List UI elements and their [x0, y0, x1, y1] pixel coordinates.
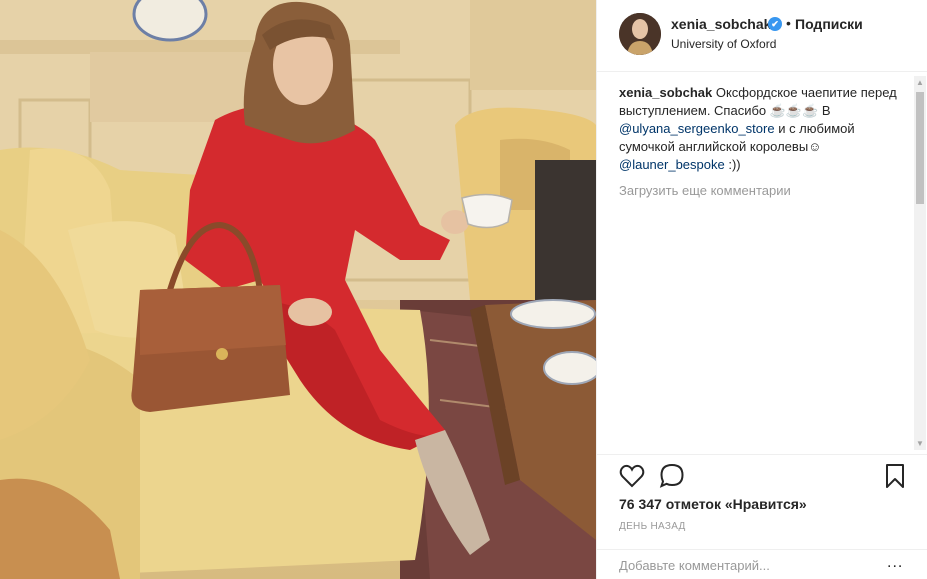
add-comment-input[interactable] — [619, 554, 869, 576]
post-location[interactable]: University of Oxford — [671, 37, 776, 51]
scroll-down-icon[interactable]: ▼ — [916, 439, 924, 448]
scroll-up-icon[interactable]: ▲ — [916, 78, 924, 87]
separator-dot: • — [786, 15, 791, 31]
more-options-icon[interactable]: ... — [887, 554, 903, 572]
mention-link[interactable]: @launer_bespoke — [619, 157, 725, 172]
follow-status-button[interactable]: Подписки — [795, 16, 863, 32]
add-comment-bar: ... — [597, 549, 927, 579]
avatar-image — [619, 13, 661, 55]
caption-username[interactable]: xenia_sobchak — [619, 85, 712, 100]
post-username[interactable]: xenia_sobchak — [671, 16, 771, 32]
scroll-thumb[interactable] — [916, 92, 924, 204]
post-photo[interactable] — [0, 0, 596, 579]
load-more-comments-link[interactable]: Загрузить еще комментарии — [619, 182, 909, 200]
post-image — [0, 0, 596, 579]
mention-link[interactable]: @ulyana_sergeenko_store — [619, 121, 775, 136]
comments-list: xenia_sobchak Оксфордское чаепитие перед… — [619, 84, 909, 454]
comments-scrollbar[interactable]: ▲ ▼ — [914, 76, 926, 450]
likes-count[interactable]: 76 347 отметок «Нравится» — [619, 496, 807, 512]
post-header: xenia_sobchak ✔ • Подписки University of… — [597, 0, 927, 72]
comment-bubble-icon[interactable] — [659, 463, 685, 489]
post-timestamp[interactable]: ДЕНЬ НАЗАД — [619, 521, 686, 532]
caption: xenia_sobchak Оксфордское чаепитие перед… — [619, 84, 909, 174]
post-actions: 76 347 отметок «Нравится» ДЕНЬ НАЗАД ... — [597, 454, 927, 579]
post-side-panel: xenia_sobchak ✔ • Подписки University of… — [596, 0, 927, 579]
bookmark-icon[interactable] — [883, 463, 907, 489]
caption-text: :)) — [724, 157, 741, 172]
verified-badge-icon: ✔ — [768, 17, 782, 31]
heart-icon[interactable] — [619, 463, 645, 489]
avatar[interactable] — [619, 13, 661, 55]
